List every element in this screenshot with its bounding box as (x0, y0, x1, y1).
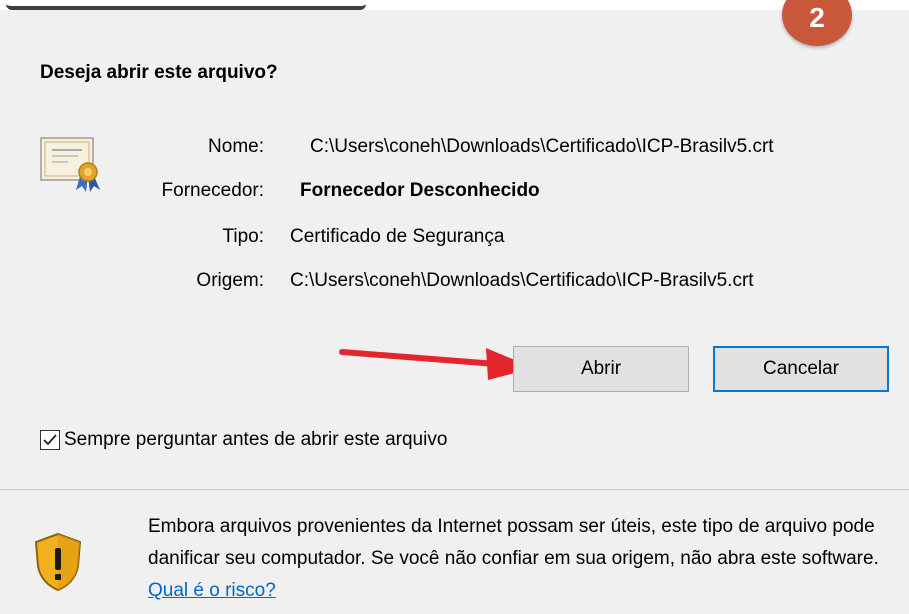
publisher-value: Fornecedor Desconhecido (300, 180, 540, 201)
step-number-badge: 2 (782, 0, 852, 46)
cropped-text-fragment (6, 0, 366, 10)
origin-value: C:\Users\coneh\Downloads\Certificado\ICP… (290, 270, 754, 291)
always-ask-checkbox[interactable] (40, 430, 60, 450)
type-value: Certificado de Segurança (290, 226, 505, 247)
checkmark-icon (43, 434, 57, 446)
origin-label: Origem: (196, 270, 264, 291)
risk-info-link[interactable]: Qual é o risco? (148, 580, 276, 601)
open-button[interactable]: Abrir (513, 346, 689, 392)
type-label: Tipo: (222, 226, 264, 247)
certificate-icon (40, 137, 100, 192)
divider (0, 489, 909, 490)
always-ask-label: Sempre perguntar antes de abrir este arq… (64, 429, 448, 450)
warning-text: Embora arquivos provenientes da Internet… (148, 516, 879, 569)
warning-message: Embora arquivos provenientes da Internet… (148, 511, 906, 607)
always-ask-checkbox-row[interactable]: Sempre perguntar antes de abrir este arq… (40, 429, 447, 451)
shield-warning-icon (34, 532, 82, 592)
publisher-label: Fornecedor: (161, 180, 264, 201)
cancel-button[interactable]: Cancelar (713, 346, 889, 392)
dialog-title: Deseja abrir este arquivo? (40, 62, 278, 83)
name-value: C:\Users\coneh\Downloads\Certificado\ICP… (310, 136, 774, 157)
top-strip (0, 0, 909, 10)
annotation-arrow (339, 348, 534, 380)
name-label: Nome: (208, 136, 264, 157)
